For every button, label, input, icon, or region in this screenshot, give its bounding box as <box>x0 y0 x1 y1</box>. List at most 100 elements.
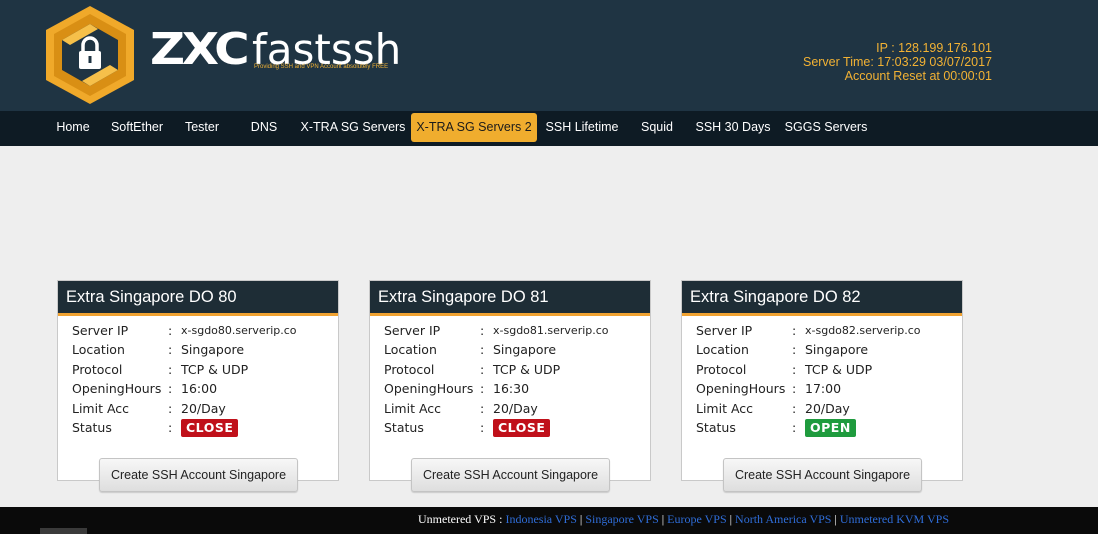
colon: : <box>168 342 173 358</box>
footer-link-indonesia-vps[interactable]: Indonesia VPS <box>505 512 576 526</box>
footer-link-unmetered-kvm-vps[interactable]: Unmetered KVM VPS <box>840 512 949 526</box>
server-time: Server Time: 17:03:29 03/07/2017 <box>802 55 992 69</box>
server-info: IP : 128.199.176.101 Server Time: 17:03:… <box>803 41 992 83</box>
colon: : <box>168 381 173 397</box>
value-opening-hours: 16:00 <box>181 381 218 397</box>
nav-xtra-sg-servers-2[interactable]: X-TRA SG Servers 2 <box>411 113 537 142</box>
footer-separator: | <box>729 512 733 526</box>
colon: : <box>168 419 173 435</box>
colon: : <box>480 419 485 435</box>
detail-row: Limit Acc:20/Day <box>696 399 962 418</box>
detail-row: Protocol: TCP & UDP <box>384 360 650 379</box>
detail-row: Location: Singapore <box>72 340 338 359</box>
detail-row: Status: OPEN <box>696 418 962 437</box>
colon: : <box>792 361 797 377</box>
value-protocol: TCP & UDP <box>805 361 873 377</box>
detail-row: Protocol: TCP & UDP <box>696 360 962 379</box>
detail-row: Protocol: TCP & UDP <box>72 360 338 379</box>
value-opening-hours: 16:30 <box>493 381 530 397</box>
detail-row: OpeningHours:16:30 <box>384 379 650 398</box>
label-status: Status <box>384 419 424 435</box>
value-limit-acc: 20/Day <box>181 400 226 416</box>
value-server-ip: x-sgdo82.serverip.co <box>805 324 921 337</box>
colon: : <box>792 342 797 358</box>
create-ssh-account-button[interactable]: Create SSH Account Singapore <box>411 458 610 492</box>
detail-row: Status: CLOSE <box>72 418 338 437</box>
label-status: Status <box>696 419 736 435</box>
colon: : <box>480 400 485 416</box>
label-opening-hours: OpeningHours <box>384 381 474 397</box>
card-title: Extra Singapore DO 81 <box>370 281 650 316</box>
colon: : <box>168 400 173 416</box>
nav-softether[interactable]: SoftEther <box>104 113 170 142</box>
detail-row: Location: Singapore <box>696 340 962 359</box>
colon: : <box>480 381 485 397</box>
value-limit-acc: 20/Day <box>805 400 850 416</box>
footer-separator: | <box>579 512 583 526</box>
value-server-ip: x-sgdo80.serverip.co <box>181 324 297 337</box>
footer-prefix: Unmetered VPS : <box>418 512 506 526</box>
site-header: ZXC fastssh Providing SSH and VPN Accoun… <box>0 0 1098 111</box>
footer-tab-strip <box>40 528 87 534</box>
colon: : <box>480 342 485 358</box>
server-card: Extra Singapore DO 82 Server IP: x-sgdo82… <box>681 280 963 492</box>
label-opening-hours: OpeningHours <box>696 381 786 397</box>
colon: : <box>792 323 797 338</box>
nav-ssh-30-days[interactable]: SSH 30 Days <box>692 113 774 142</box>
main-nav: Home SoftEther Tester DNS X-TRA SG Serve… <box>0 111 1098 146</box>
value-protocol: TCP & UDP <box>181 361 249 377</box>
server-ip: IP : 128.199.176.101 <box>876 41 992 55</box>
create-ssh-account-button[interactable]: Create SSH Account Singapore <box>99 458 298 492</box>
colon: : <box>168 323 173 338</box>
nav-ssh-lifetime[interactable]: SSH Lifetime <box>542 113 622 142</box>
label-location: Location <box>384 342 437 358</box>
logo-tagline: Providing SSH and VPN Account absolutely… <box>254 64 389 70</box>
server-card: Extra Singapore DO 81 Server IP: x-sgdo81… <box>369 280 651 492</box>
footer-separator: | <box>661 512 665 526</box>
value-location: Singapore <box>181 342 245 358</box>
footer-vps-links: Unmetered VPS : Indonesia VPS | Singapor… <box>418 512 949 527</box>
status-badge: OPEN <box>805 418 856 437</box>
label-server-ip: Server IP <box>72 323 129 338</box>
detail-row: OpeningHours:17:00 <box>696 379 962 398</box>
label-protocol: Protocol <box>696 361 747 377</box>
footer-link-europe-vps[interactable]: Europe VPS <box>667 512 726 526</box>
label-location: Location <box>696 342 749 358</box>
detail-row: Server IP: x-sgdo80.serverip.co <box>72 321 338 340</box>
value-server-ip: x-sgdo81.serverip.co <box>493 324 609 337</box>
colon: : <box>480 323 485 338</box>
label-server-ip: Server IP <box>384 323 441 338</box>
create-ssh-account-button[interactable]: Create SSH Account Singapore <box>723 458 922 492</box>
detail-row: Location: Singapore <box>384 340 650 359</box>
footer-link-singapore-vps[interactable]: Singapore VPS <box>585 512 658 526</box>
label-location: Location <box>72 342 125 358</box>
colon: : <box>792 400 797 416</box>
detail-row: Server IP: x-sgdo81.serverip.co <box>384 321 650 340</box>
detail-row: OpeningHours:16:00 <box>72 379 338 398</box>
detail-row: Limit Acc:20/Day <box>72 399 338 418</box>
detail-row: Limit Acc:20/Day <box>384 399 650 418</box>
colon: : <box>792 381 797 397</box>
nav-home[interactable]: Home <box>46 113 100 142</box>
value-location: Singapore <box>805 342 869 358</box>
nav-tester[interactable]: Tester <box>176 113 228 142</box>
nav-sggs-servers[interactable]: SGGS Servers <box>784 113 868 142</box>
footer-link-north-america-vps[interactable]: North America VPS <box>735 512 831 526</box>
logo-main: ZXC <box>150 24 250 75</box>
label-protocol: Protocol <box>72 361 123 377</box>
nav-squid[interactable]: Squid <box>634 113 680 142</box>
colon: : <box>792 419 797 435</box>
status-badge: CLOSE <box>181 418 239 437</box>
label-opening-hours: OpeningHours <box>72 381 162 397</box>
label-limit-acc: Limit Acc <box>384 400 442 416</box>
card-details: Server IP: x-sgdo82.serverip.co Location:… <box>682 316 962 437</box>
colon: : <box>168 361 173 377</box>
label-server-ip: Server IP <box>696 323 753 338</box>
value-protocol: TCP & UDP <box>493 361 561 377</box>
lock-logo-icon[interactable] <box>42 4 138 106</box>
nav-xtra-sg-servers[interactable]: X-TRA SG Servers <box>298 113 408 142</box>
account-reset: Account Reset at 00:00:01 <box>844 69 992 83</box>
nav-dns[interactable]: DNS <box>240 113 288 142</box>
value-opening-hours: 17:00 <box>805 381 842 397</box>
server-card: Extra Singapore DO 80 Server IP: x-sgdo80… <box>57 280 339 492</box>
